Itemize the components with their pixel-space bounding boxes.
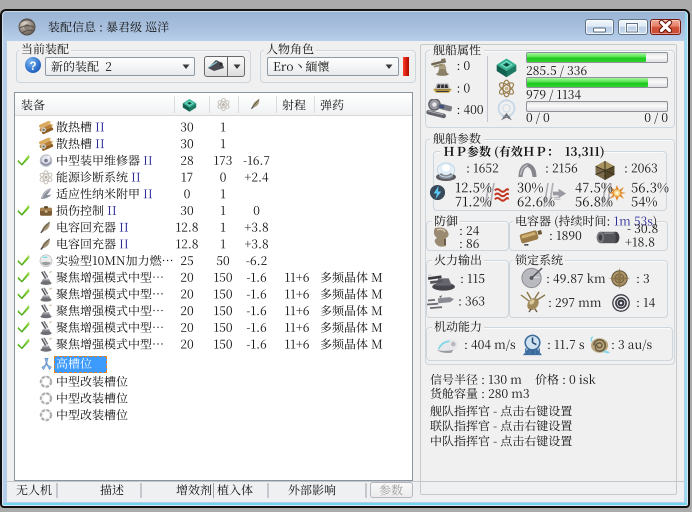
svg-text:?: ?: [29, 61, 36, 73]
